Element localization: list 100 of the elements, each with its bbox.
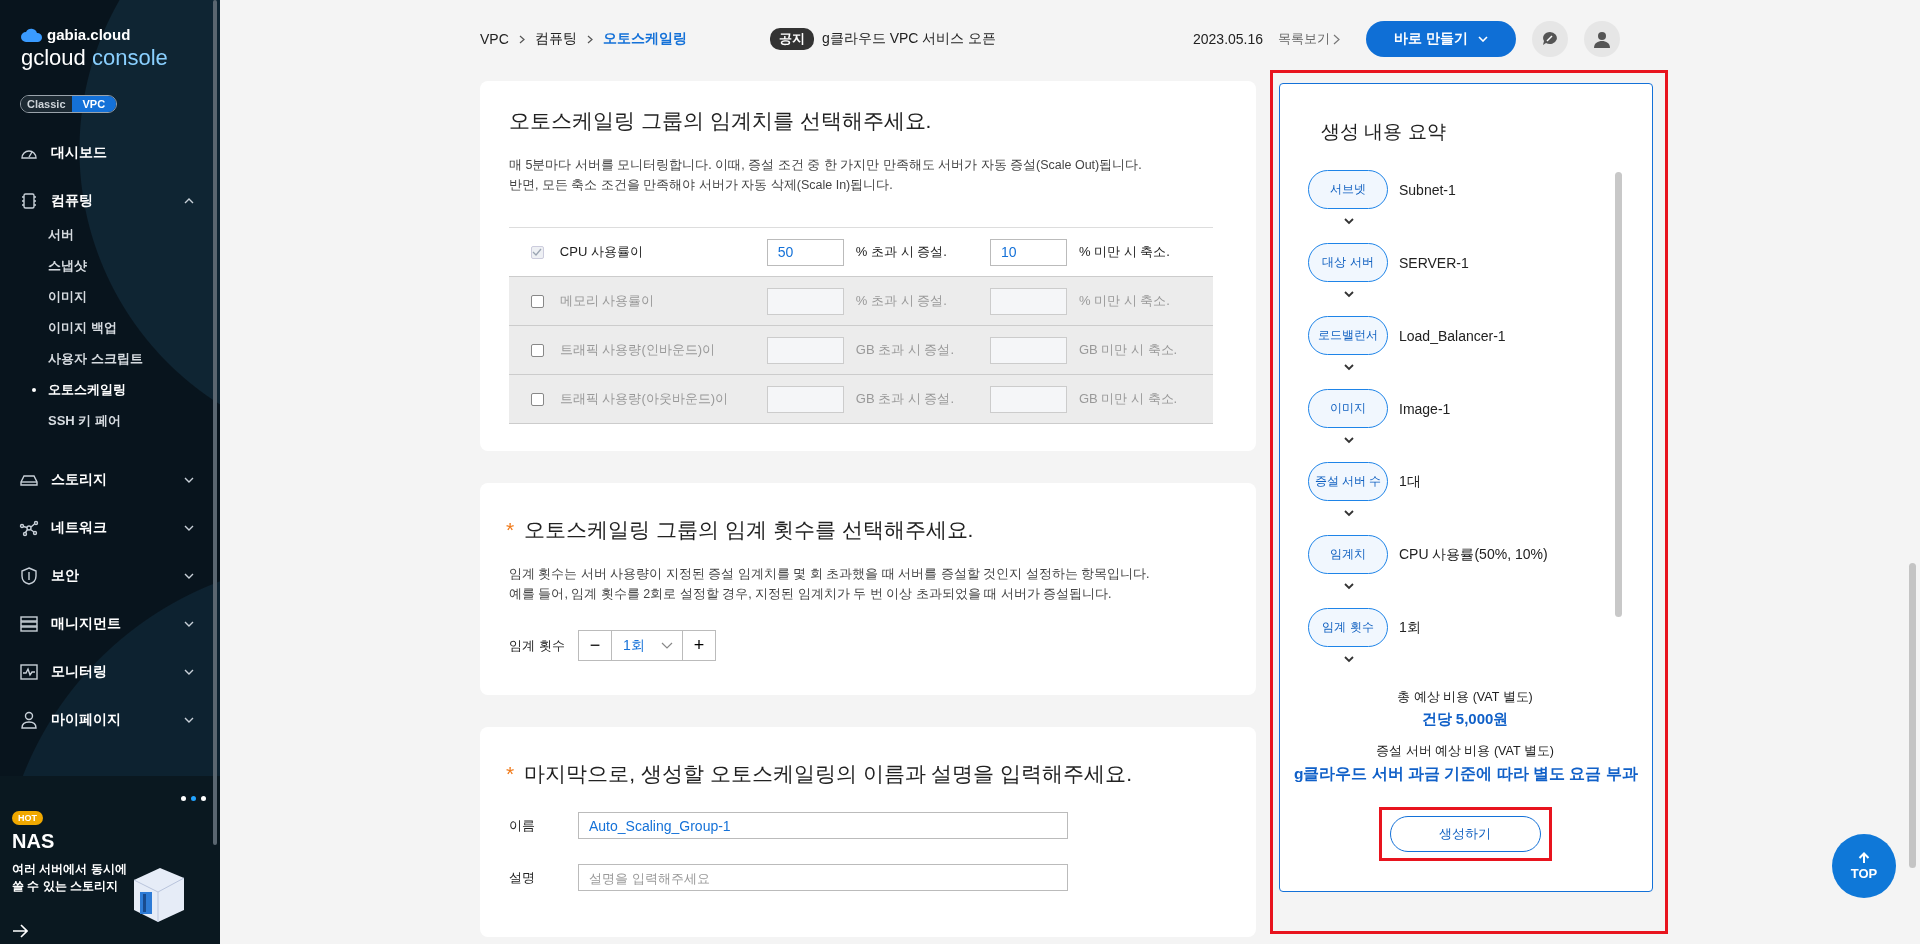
nav-subitem[interactable]: 사용자 스크립트 bbox=[0, 343, 220, 374]
scroll-top-button[interactable]: TOP bbox=[1832, 834, 1896, 898]
scale-out-label: GB 초과 시 증설. bbox=[854, 341, 956, 359]
text-input[interactable]: 설명을 입력해주세요 bbox=[578, 864, 1068, 891]
scale-in-label: GB 미만 시 축소. bbox=[1077, 390, 1179, 408]
scale-out-field[interactable] bbox=[766, 336, 844, 364]
metric-checkbox[interactable] bbox=[531, 245, 544, 259]
nav-subitem[interactable]: SSH 키 페어 bbox=[0, 405, 220, 436]
list-link[interactable]: 목록보기 bbox=[1278, 30, 1366, 48]
create-menu-button[interactable]: 바로 만들기 bbox=[1366, 21, 1516, 57]
chevron-down-icon bbox=[661, 642, 673, 649]
create-button[interactable]: 생성하기 bbox=[1389, 816, 1541, 852]
metric-checkbox[interactable] bbox=[531, 392, 544, 406]
step-value: Load_Balancer-1 bbox=[1399, 327, 1506, 344]
chevron-down-icon bbox=[1344, 437, 1354, 444]
nav-item[interactable]: 모니터링 bbox=[0, 648, 220, 696]
cost-value: g클라우드 서버 과금 기준에 따라 별도 요금 부과 bbox=[1294, 764, 1636, 784]
scrollbar[interactable] bbox=[1615, 172, 1622, 617]
page-dot[interactable] bbox=[191, 796, 196, 801]
text-input[interactable]: Auto_Scaling_Group-1 bbox=[578, 812, 1068, 839]
scrollbar[interactable] bbox=[1909, 563, 1916, 868]
step-value: Image-1 bbox=[1399, 400, 1451, 417]
nav-subitem[interactable]: 오토스케일링 bbox=[0, 374, 220, 405]
scale-in-field[interactable] bbox=[989, 287, 1067, 315]
product-name: gcloud console bbox=[21, 45, 169, 71]
breadcrumb-link[interactable]: 오토스케일링 bbox=[602, 30, 687, 48]
section-description: 임계 횟수는 서버 사용량이 지정된 증설 임계치를 몇 회 초과했을 때 서버를 증설할 것인지 설정하는 항목입니다. 예를 들어, 임계 횟수를 2회로 설정할 경우, 지정된 임계치가 두 번 이상 초과되었을 때 서버가 증설됩니다. bbox=[509, 566, 1151, 603]
scale-out-label: GB 초과 시 증설. bbox=[854, 390, 956, 408]
notice-text[interactable]: g클라우드 VPC 서비스 오픈 bbox=[822, 30, 997, 48]
chat-bubble-icon bbox=[1541, 30, 1559, 48]
step-tag: 이미지 bbox=[1308, 389, 1388, 428]
profile-button[interactable] bbox=[1584, 21, 1620, 57]
scale-out-label: % 초과 시 증설. bbox=[854, 243, 948, 261]
breadcrumb-link[interactable]: VPC bbox=[480, 31, 509, 47]
chevron-down-icon bbox=[1477, 36, 1488, 42]
nav-item[interactable]: 대시보드 bbox=[0, 129, 220, 177]
promo-banner[interactable]: HOT NAS 여러 서버에서 동시에 쓸 수 있는 스토리지 bbox=[0, 776, 220, 944]
required-mark: * bbox=[506, 762, 515, 786]
scale-out-field[interactable]: 50 bbox=[766, 238, 844, 266]
increase-button[interactable]: + bbox=[682, 630, 716, 661]
section-title: 오토스케일링 그룹의 임계 횟수를 선택해주세요. bbox=[524, 517, 974, 543]
section-description: 매 5분마다 서버를 모니터링합니다. 이때, 증설 조건 중 한 가지만 만족해도 서버가 자동 증설(Scale Out)됩니다. 반면, 모든 축소 조건을 만족해야 서버가 자동 삭제(Scale In)됩니다. bbox=[509, 157, 1143, 194]
nav-item[interactable]: 네트워크 bbox=[0, 504, 220, 552]
nav-subitem[interactable]: 스냅샷 bbox=[0, 250, 220, 281]
server-rack-icon bbox=[19, 614, 39, 634]
section-title: 마지막으로, 생성할 오토스케일링의 이름과 설명을 입력해주세요. bbox=[524, 761, 1133, 787]
scale-out-field[interactable] bbox=[766, 287, 844, 315]
cost-label: 증설 서버 예상 비용 (VAT 별도) bbox=[1375, 743, 1555, 760]
chevron-down-icon bbox=[1344, 364, 1354, 371]
metric-name: CPU 사용률이 bbox=[559, 243, 644, 261]
nav-item[interactable]: 마이페이지 bbox=[0, 696, 220, 744]
user-icon bbox=[1593, 30, 1611, 48]
feedback-button[interactable] bbox=[1532, 21, 1568, 57]
metric-checkbox[interactable] bbox=[531, 294, 544, 308]
scale-in-field[interactable] bbox=[989, 336, 1067, 364]
user-icon bbox=[19, 710, 39, 730]
promo-text: 여러 서버에서 동시에 쓸 수 있는 스토리지 bbox=[12, 861, 128, 895]
metric-checkbox[interactable] bbox=[531, 343, 544, 357]
step-tag: 로드밸런서 bbox=[1308, 316, 1388, 355]
page-dot[interactable] bbox=[201, 796, 206, 801]
nav-subitem[interactable]: 이미지 백업 bbox=[0, 312, 220, 343]
breadcrumb-link[interactable]: 컴퓨팅 bbox=[534, 30, 577, 48]
cost-label: 총 예상 비용 (VAT 별도) bbox=[1396, 689, 1534, 706]
scale-in-label: % 미만 시 축소. bbox=[1077, 243, 1171, 261]
nav-item[interactable]: 보안 bbox=[0, 552, 220, 600]
step-value: 1회 bbox=[1399, 618, 1421, 637]
scale-out-label: % 초과 시 증설. bbox=[854, 292, 948, 310]
step-tag: 증설 서버 수 bbox=[1308, 462, 1388, 501]
page-dot[interactable] bbox=[181, 796, 186, 801]
hot-badge: HOT bbox=[12, 811, 43, 825]
nav-item[interactable]: 스토리지 bbox=[0, 456, 220, 504]
required-mark: * bbox=[506, 518, 515, 542]
metric-name: 메모리 사용률이 bbox=[559, 292, 656, 310]
step-tag: 임계치 bbox=[1308, 535, 1388, 574]
arrow-up-icon bbox=[1858, 851, 1870, 864]
metric-name: 트래픽 사용량(아웃바운드)이 bbox=[559, 390, 730, 408]
mode-option[interactable]: Classic bbox=[21, 96, 72, 112]
metric-name: 트래픽 사용량(인바운드)이 bbox=[559, 341, 717, 359]
field-label: 임계 횟수 bbox=[509, 636, 566, 655]
step-value: 1대 bbox=[1399, 472, 1421, 491]
field-label: 설명 bbox=[509, 868, 536, 887]
step-value: SERVER-1 bbox=[1399, 254, 1469, 271]
step-tag: 서브넷 bbox=[1308, 170, 1388, 209]
decrease-button[interactable]: − bbox=[578, 630, 612, 661]
network-icon bbox=[19, 518, 39, 538]
scale-in-field[interactable] bbox=[989, 385, 1067, 413]
chevron-down-icon bbox=[1344, 583, 1354, 590]
promo-title: NAS bbox=[12, 830, 56, 853]
scale-in-field[interactable]: 10 bbox=[989, 238, 1067, 266]
mode-option[interactable]: VPC bbox=[71, 96, 117, 112]
chevron-right-icon bbox=[586, 34, 593, 44]
notice-badge: 공지 bbox=[770, 28, 814, 50]
scrollbar[interactable] bbox=[213, 0, 217, 845]
scale-in-label: % 미만 시 축소. bbox=[1077, 292, 1171, 310]
arrow-right-icon[interactable] bbox=[12, 924, 28, 938]
section-title: 오토스케일링 그룹의 임계치를 선택해주세요. bbox=[509, 108, 933, 134]
chevron-down-icon bbox=[1344, 656, 1354, 663]
nav-subitem[interactable]: 이미지 bbox=[0, 281, 220, 312]
scale-out-field[interactable] bbox=[766, 385, 844, 413]
nav-item[interactable]: 매니지먼트 bbox=[0, 600, 220, 648]
